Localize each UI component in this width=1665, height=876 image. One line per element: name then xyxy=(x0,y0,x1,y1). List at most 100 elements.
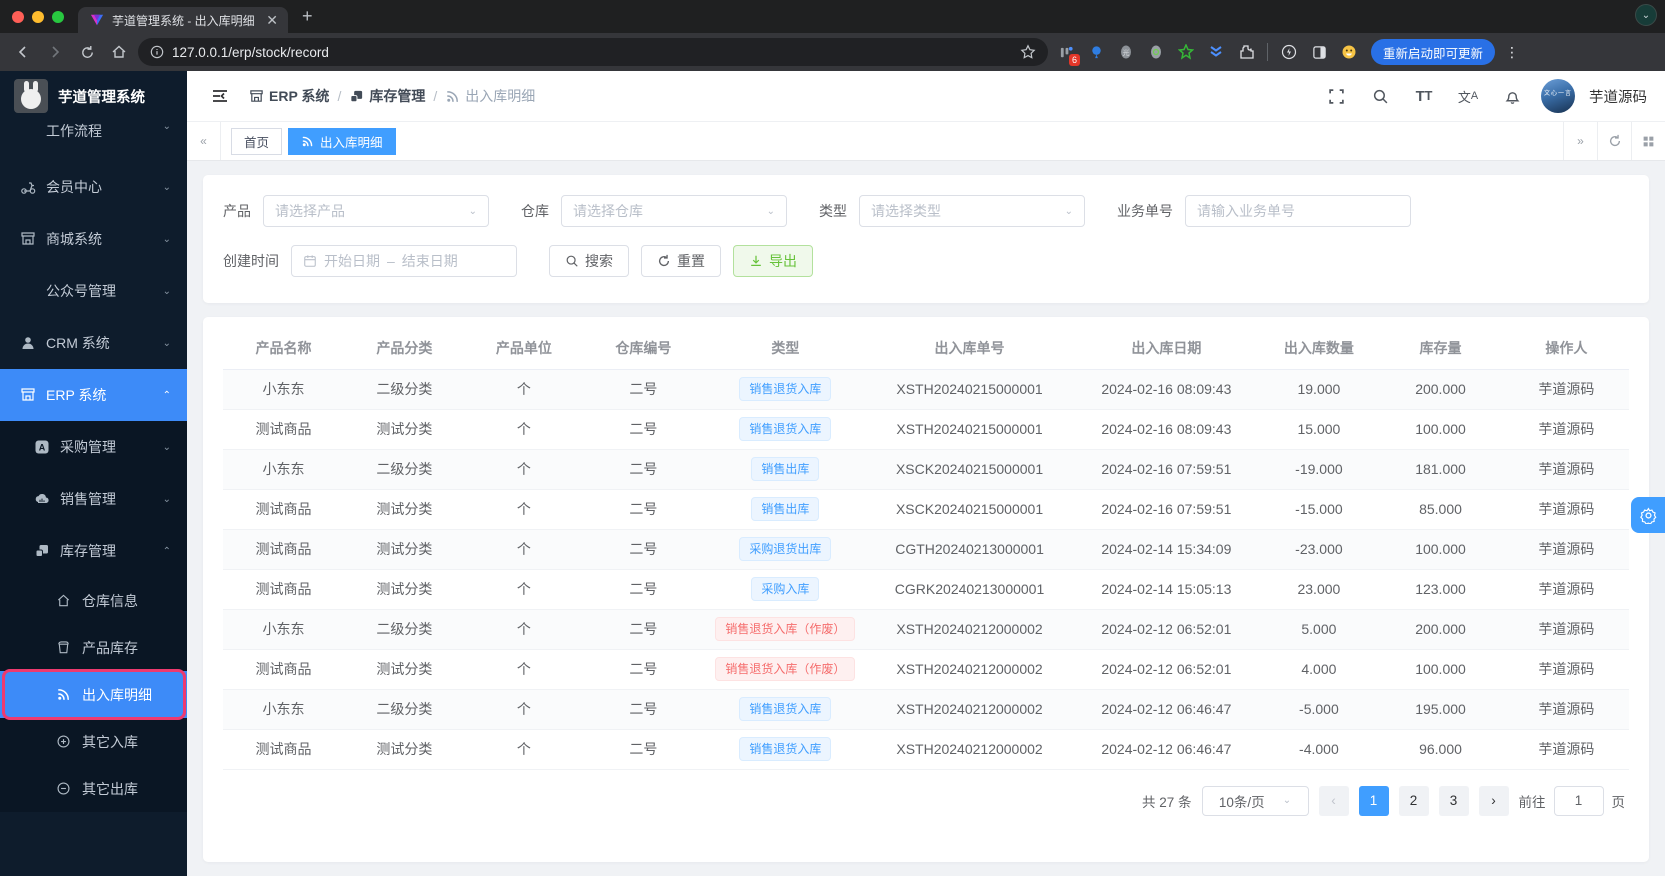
table-row[interactable]: 测试商品 测试分类 个 二号 采购退货出库 CGTH20240213000001… xyxy=(223,529,1629,570)
breadcrumb-erp[interactable]: ERP 系统 xyxy=(249,86,329,106)
breadcrumb-stock-mgmt[interactable]: 库存管理 xyxy=(349,86,425,106)
favicon xyxy=(90,14,104,26)
forward-icon[interactable] xyxy=(42,39,68,65)
bell-icon[interactable] xyxy=(1497,81,1527,111)
goto-page-input[interactable] xyxy=(1553,785,1604,816)
chrome-update-button[interactable]: 重新启动即可更新 xyxy=(1371,39,1496,65)
sidebar-item-crm-system[interactable]: CRM 系统 ⌄ xyxy=(0,317,187,369)
reload-icon[interactable] xyxy=(74,39,100,65)
table-row[interactable]: 小东东 二级分类 个 二号 销售退货入库 XSTH20240212000002 … xyxy=(223,689,1629,730)
bizno-input[interactable] xyxy=(1185,195,1411,227)
avatar[interactable]: 文心一言 xyxy=(1541,79,1575,113)
type-select[interactable]: 请选择类型 ⌄ xyxy=(859,195,1085,227)
address-bar[interactable]: 127.0.0.1/erp/stock/record xyxy=(138,38,1048,66)
zoom-window-button[interactable] xyxy=(52,10,64,23)
browser-menu-icon[interactable]: ⋮ xyxy=(1501,44,1524,61)
table-row[interactable]: 小东东 二级分类 个 二号 销售出库 XSCK20240215000001 20… xyxy=(223,449,1629,490)
bookmark-star-icon[interactable] xyxy=(1020,44,1036,60)
extension-green-circle-icon[interactable] xyxy=(1144,40,1168,64)
search-button[interactable]: 搜索 xyxy=(549,245,629,277)
sidebar-item-other-out[interactable]: 其它出库 xyxy=(0,765,187,812)
type-tag: 销售退货入库（作废） xyxy=(715,657,856,681)
fullscreen-icon[interactable] xyxy=(1321,81,1351,111)
sidebar-item-purchase-mgmt[interactable]: A 采购管理 ⌄ xyxy=(0,421,187,473)
page-3-button[interactable]: 3 xyxy=(1438,785,1469,816)
extension-balloon-icon[interactable] xyxy=(1084,40,1108,64)
sidebar-item-stock-record[interactable]: 出入库明细 xyxy=(0,669,187,720)
search-icon[interactable] xyxy=(1365,81,1395,111)
extension-lightning-icon[interactable] xyxy=(1277,40,1301,64)
sidebar: 芋道管理系统 工作流程 ⌄ 会员中心 ⌄ 商城系统 ⌄ 公众号管理 ⌄ CRM … xyxy=(0,71,187,876)
tab-close-icon[interactable]: ✕ xyxy=(266,12,278,29)
extension-chevrons-icon[interactable] xyxy=(1204,40,1228,64)
table-row[interactable]: 小东东 二级分类 个 二号 销售退货入库 XSTH20240215000001 … xyxy=(223,369,1629,410)
warehouse-select[interactable]: 请选择仓库 ⌄ xyxy=(561,195,787,227)
app-logo xyxy=(14,79,48,113)
new-tab-button[interactable]: + xyxy=(302,6,313,27)
chevron-up-icon: ⌃ xyxy=(162,389,171,401)
table-row[interactable]: 测试商品 测试分类 个 二号 采购入库 CGRK20240213000001 2… xyxy=(223,569,1629,610)
navbar: ERP 系统 / 库存管理 / 出入库明细 TT 文A 文心一言 芋道源码 xyxy=(187,71,1665,121)
sidebar-item-product-stock[interactable]: 产品库存 xyxy=(0,624,187,671)
back-icon[interactable] xyxy=(10,39,36,65)
scroll-right-icon[interactable]: » xyxy=(1563,122,1597,160)
product-select[interactable]: 请选择产品 ⌄ xyxy=(263,195,489,227)
tab-home[interactable]: 首页 xyxy=(231,127,283,155)
type-tag: 销售退货入库 xyxy=(739,417,832,441)
sidebar-item-official-account[interactable]: 公众号管理 ⌄ xyxy=(0,265,187,317)
browser-profile-chip[interactable]: ⌄ xyxy=(1635,4,1657,26)
svg-text:光: 光 xyxy=(1123,48,1130,57)
extension-star-icon[interactable] xyxy=(1174,40,1198,64)
page-2-button[interactable]: 2 xyxy=(1398,785,1429,816)
username[interactable]: 芋道源码 xyxy=(1589,86,1647,107)
next-page-button[interactable]: › xyxy=(1478,785,1509,816)
extension-emoji-icon[interactable] xyxy=(1337,40,1361,64)
home-outline-icon xyxy=(56,593,72,609)
sidebar-item-other-in[interactable]: 其它入库 xyxy=(0,718,187,765)
table-row[interactable]: 小东东 二级分类 个 二号 销售退货入库（作废） XSTH20240212000… xyxy=(223,609,1629,650)
table-row[interactable]: 测试商品 测试分类 个 二号 销售退货入库 XSTH20240215000001… xyxy=(223,409,1629,450)
circle-plus-icon xyxy=(56,734,72,750)
sidebar-item-warehouse-info[interactable]: 仓库信息 xyxy=(0,577,187,624)
a-square-icon: A xyxy=(34,439,50,455)
theme-settings-button[interactable] xyxy=(1631,497,1665,533)
type-tag: 销售退货入库 xyxy=(739,377,832,401)
sidebar-item-mall-system[interactable]: 商城系统 ⌄ xyxy=(0,213,187,265)
sidebar-item-erp-system[interactable]: ERP 系统 ⌃ xyxy=(0,369,187,421)
browser-tab[interactable]: 芋道管理系统 - 出入库明细 ✕ xyxy=(78,7,288,33)
sidebar-item-sales-mgmt[interactable]: 销售管理 ⌄ xyxy=(0,473,187,525)
page-size-select[interactable]: 10条/页 ⌄ xyxy=(1201,785,1309,816)
table-row[interactable]: 测试商品 测试分类 个 二号 销售出库 XSCK20240215000001 2… xyxy=(223,489,1629,530)
extension-panel-icon[interactable] xyxy=(1307,40,1331,64)
font-size-icon[interactable]: TT xyxy=(1409,81,1439,111)
close-window-button[interactable] xyxy=(12,10,24,23)
app-logo-row[interactable]: 芋道管理系统 xyxy=(0,71,187,121)
date-range-picker[interactable]: 开始日期 – 结束日期 xyxy=(291,245,517,277)
layout-grid-icon[interactable] xyxy=(1631,122,1665,160)
sidebar-item-stock-mgmt[interactable]: 库存管理 ⌃ xyxy=(0,525,187,577)
breadcrumb-stock-record: 出入库明细 xyxy=(445,86,535,106)
export-button[interactable]: 导出 xyxy=(733,245,813,277)
user-icon xyxy=(20,335,36,351)
extension-badge: 6 xyxy=(1068,54,1080,66)
extensions-puzzle-icon[interactable] xyxy=(1234,40,1258,64)
table-row[interactable]: 测试商品 测试分类 个 二号 销售退货入库 XSTH20240212000002… xyxy=(223,729,1629,770)
sidebar-item-workflow[interactable]: 工作流程 ⌄ xyxy=(0,121,187,161)
scroll-left-icon[interactable]: « xyxy=(187,122,221,160)
tab-stock-record[interactable]: 出入库明细 xyxy=(288,127,396,155)
minimize-window-button[interactable] xyxy=(32,10,44,23)
refresh-tab-icon[interactable] xyxy=(1597,122,1631,160)
extension-tabs-icon[interactable]: 6 xyxy=(1054,40,1080,66)
extension-gray-icon[interactable]: 光 xyxy=(1114,40,1138,64)
page-1-button[interactable]: 1 xyxy=(1358,785,1389,816)
menu-fold-icon[interactable] xyxy=(205,81,235,111)
site-info-icon[interactable] xyxy=(150,45,164,59)
table-row[interactable]: 测试商品 测试分类 个 二号 销售退货入库（作废） XSTH2024021200… xyxy=(223,649,1629,690)
cup-icon xyxy=(56,640,72,656)
sidebar-item-member-center[interactable]: 会员中心 ⌄ xyxy=(0,161,187,213)
prev-page-button[interactable]: ‹ xyxy=(1318,785,1349,816)
reset-button[interactable]: 重置 xyxy=(641,245,721,277)
stock-record-table: 产品名称 产品分类 产品单位 仓库编号 类型 出入库单号 出入库日期 出入库数量… xyxy=(223,327,1629,770)
home-icon[interactable] xyxy=(106,39,132,65)
translate-icon[interactable]: 文A xyxy=(1453,81,1483,111)
